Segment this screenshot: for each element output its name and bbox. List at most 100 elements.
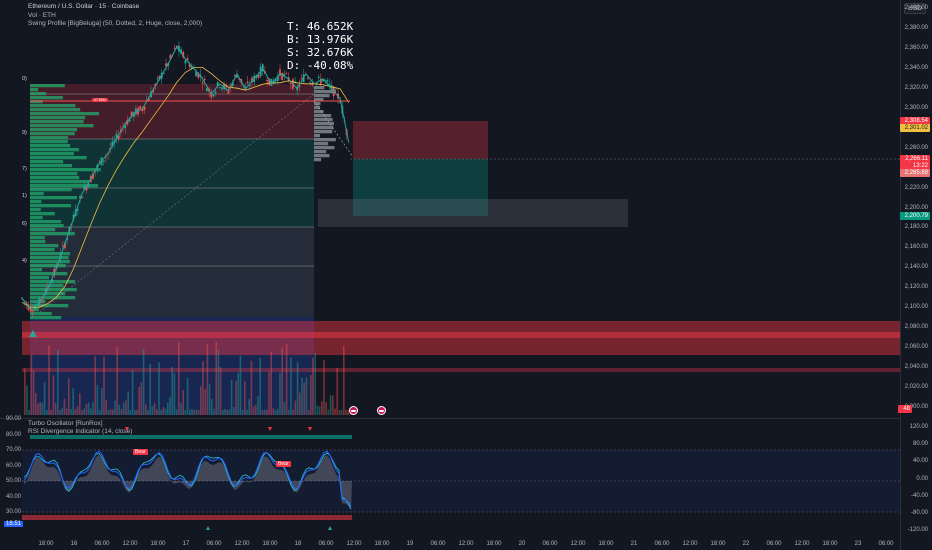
volume-bar xyxy=(290,357,292,415)
volume-bar xyxy=(68,378,70,415)
volume-bar xyxy=(109,409,112,415)
volume-bar xyxy=(316,405,319,415)
volume-profile-bar xyxy=(30,92,47,96)
volume-profile-bar xyxy=(30,212,55,216)
osc-left-tick: 30.00 xyxy=(6,509,22,515)
time-axis-tick: 06:00 xyxy=(430,541,446,547)
volume-profile-bar xyxy=(30,172,78,176)
volume-profile-bar xyxy=(30,196,77,200)
volume-profile-bar xyxy=(30,208,41,212)
volume-profile-bar xyxy=(30,224,64,228)
volume-bar xyxy=(343,345,345,415)
time-axis-tick: 18:00 xyxy=(598,541,614,547)
volume-bar xyxy=(294,400,297,415)
time-axis-tick: 18 xyxy=(294,541,302,547)
price-tag-low: 2,265.69 xyxy=(900,169,930,177)
time-axis-tick: 18:00 xyxy=(710,541,726,547)
volume-bar xyxy=(129,409,132,415)
osc-left-tick: 90.00 xyxy=(6,416,22,422)
volume-bar xyxy=(39,401,41,415)
volume-bar xyxy=(204,389,206,415)
volume-profile-bar xyxy=(30,164,73,168)
volume-bar xyxy=(259,357,261,415)
event-flag-icon-2[interactable] xyxy=(377,406,386,415)
volume-profile-bar xyxy=(30,180,90,184)
stat-buy: B: 13.976K xyxy=(287,33,354,46)
volume-bar xyxy=(327,409,330,415)
candle-body xyxy=(34,306,36,310)
volume-bar xyxy=(63,398,66,415)
volume-profile-bar xyxy=(30,240,46,244)
volume-bar xyxy=(208,383,211,415)
candle-body xyxy=(49,286,51,287)
bear-label-2: Bear xyxy=(276,461,291,467)
volume-bar xyxy=(226,409,228,415)
candle-body xyxy=(203,79,206,81)
volume-profile-bar-right xyxy=(314,114,332,118)
price-axis-tick: 2,020.00 xyxy=(904,384,928,391)
price-axis-tick: 2,120.00 xyxy=(904,284,928,291)
volume-bar xyxy=(303,382,305,415)
volume-profile-bar-right xyxy=(314,154,330,158)
osc-right-tick: 80.00 xyxy=(912,441,928,448)
volume-bar xyxy=(173,373,176,415)
volume-profile-bar-right xyxy=(314,142,329,146)
price-axis-tick: 2,180.00 xyxy=(904,224,928,231)
volume-profile-bar xyxy=(30,108,81,112)
volume-bar xyxy=(301,377,303,415)
volume-profile-bar xyxy=(30,264,66,268)
volume-bar xyxy=(305,377,308,415)
volume-profile-bar xyxy=(30,284,64,288)
chart-canvas[interactable] xyxy=(0,0,932,550)
candle-body xyxy=(135,108,137,115)
time-axis-tick: 18:00 xyxy=(486,541,502,547)
symbol-title[interactable]: Ethereum / U.S. Dollar · 15 · Coinbase xyxy=(28,3,139,10)
volume-profile-bar xyxy=(30,300,46,304)
volume-legend[interactable]: Vol · ETH xyxy=(28,12,56,19)
volume-bar xyxy=(228,409,231,415)
volume-bar xyxy=(83,408,85,415)
candle-body xyxy=(214,91,217,94)
volume-bar xyxy=(167,402,169,415)
price-axis-tick: 2,400.00 xyxy=(904,5,928,11)
time-axis-tick: 18:00 xyxy=(38,541,54,547)
stat-delta: D: -40.08% xyxy=(287,59,354,72)
time-axis-tick: 06:00 xyxy=(542,541,558,547)
volume-bar xyxy=(296,362,299,415)
candle-body xyxy=(246,81,249,84)
indicator-legend[interactable]: Swing Profile [BigBeluga] (50, Dotted, 2… xyxy=(28,20,202,27)
pane-separator[interactable] xyxy=(0,418,900,419)
event-flag-icon[interactable] xyxy=(349,406,358,415)
volume-profile-bar-right xyxy=(314,110,324,114)
oscillator-title[interactable]: Turbo Oscillator [RunRox] xyxy=(28,420,103,427)
volume-bar xyxy=(30,354,33,415)
volume-bar xyxy=(151,406,154,415)
candle-body xyxy=(300,77,303,79)
volume-bar xyxy=(147,409,149,415)
osc-right-tick: 0.00 xyxy=(916,475,928,482)
price-axis-tick: 2,360.00 xyxy=(904,44,928,51)
candle-body xyxy=(285,72,288,74)
volume-bar xyxy=(310,374,312,415)
volume-bar xyxy=(101,388,103,415)
oscillator-value-badge: 18.51 xyxy=(4,521,24,527)
volume-bar xyxy=(224,408,226,415)
candle-body xyxy=(227,91,230,94)
volume-bar xyxy=(277,408,279,415)
volume-profile-bar-right xyxy=(314,94,330,98)
price-axis-tick: 2,080.00 xyxy=(904,324,928,331)
volume-profile-bar xyxy=(30,252,71,256)
osc-right-tick: 40.00 xyxy=(912,458,928,465)
volume-profile-bar xyxy=(30,140,68,144)
time-axis-tick: 18:00 xyxy=(822,541,838,547)
rsi-divergence-title[interactable]: RSI Divergence Indicator (14, close) xyxy=(28,428,132,435)
time-axis-tick: 12:00 xyxy=(122,541,138,547)
volume-profile-bar xyxy=(30,296,76,300)
volume-bar xyxy=(272,408,275,415)
volume-profile-bar xyxy=(30,84,65,88)
volume-profile-bar xyxy=(30,312,52,316)
time-axis-tick: 06:00 xyxy=(654,541,670,547)
candle-body xyxy=(281,73,284,80)
profile-level-marker: 9) xyxy=(22,130,27,136)
volume-bar xyxy=(118,404,121,415)
